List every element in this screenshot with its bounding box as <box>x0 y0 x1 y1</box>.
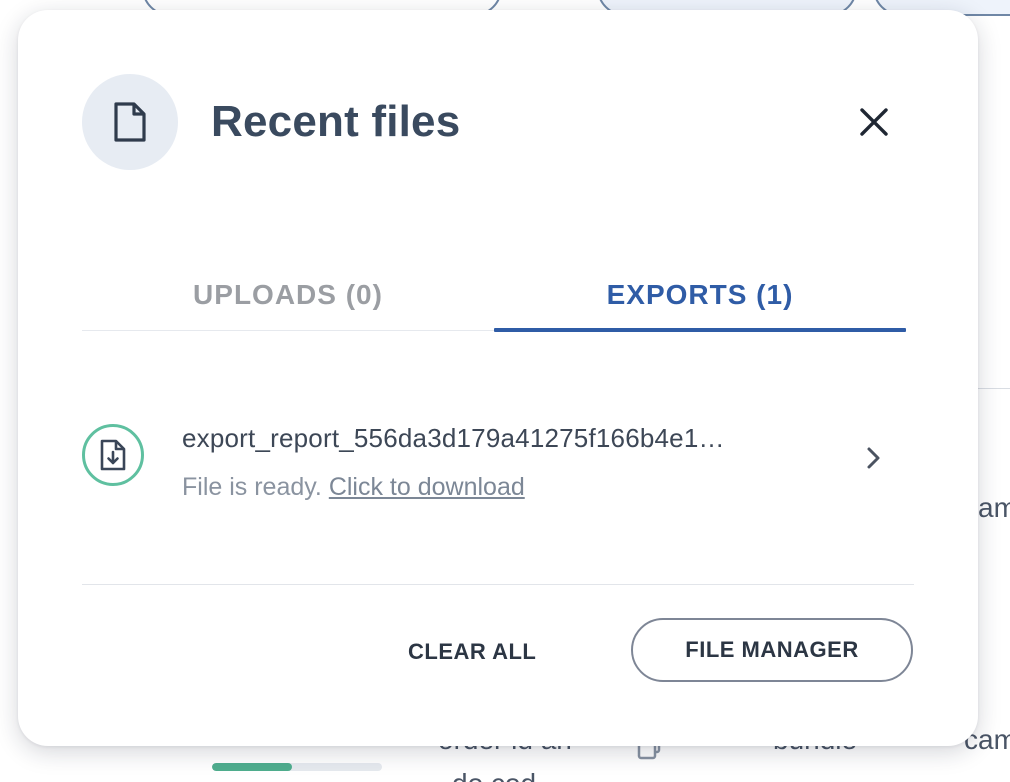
file-status-text: File is ready. <box>182 473 322 501</box>
tab-exports[interactable]: EXPORTS (1) <box>494 260 906 332</box>
bg-text-below: do cod <box>452 768 536 782</box>
download-link[interactable]: Click to download <box>329 473 525 501</box>
recent-files-modal: Recent files UPLOADS (0) EXPORTS (1) exp… <box>18 10 978 746</box>
file-details-button[interactable] <box>858 442 890 474</box>
bg-text-am: am <box>978 492 1010 523</box>
file-download-icon-wrap <box>82 424 144 486</box>
close-button[interactable] <box>852 100 896 144</box>
bg-progress-bar <box>212 763 382 771</box>
file-download-icon <box>100 439 126 471</box>
header-file-icon-wrap <box>82 74 178 170</box>
chevron-right-icon <box>867 447 880 469</box>
file-name: export_report_556da3d179a41275f166b4e1… <box>182 423 725 453</box>
file-tabs: UPLOADS (0) EXPORTS (1) <box>82 260 906 332</box>
file-icon <box>114 102 146 142</box>
list-item[interactable]: export_report_556da3d179a41275f166b4e1… … <box>82 412 906 522</box>
clear-all-button[interactable]: CLEAR ALL <box>396 620 548 684</box>
file-status: File is ready. Click to download <box>182 470 525 504</box>
close-icon <box>860 108 888 136</box>
bg-divider <box>978 388 1010 389</box>
footer-divider <box>82 584 914 585</box>
bg-progress-fill <box>212 763 292 771</box>
modal-title: Recent files <box>211 97 461 146</box>
tab-uploads[interactable]: UPLOADS (0) <box>82 260 494 330</box>
file-manager-button[interactable]: FILE MANAGER <box>631 618 913 682</box>
